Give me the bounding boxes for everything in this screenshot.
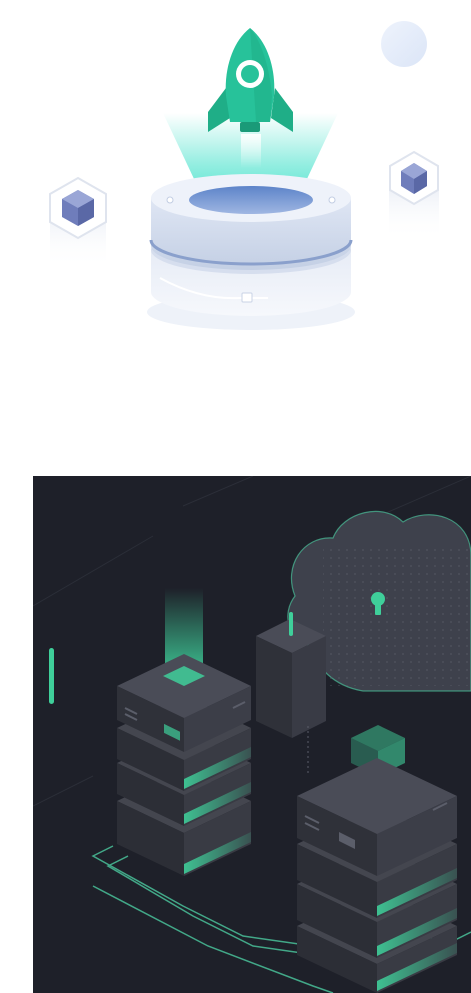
- server-cloud-illustration: [33, 476, 471, 993]
- server-rack-left: [117, 588, 251, 876]
- bubble-decoration: [381, 21, 427, 67]
- server-scene-svg: [33, 476, 471, 993]
- rocket-database-illustration: [0, 0, 471, 360]
- small-server-tower: [256, 612, 326, 776]
- cube-icon-right: [389, 150, 439, 240]
- database-cylinder: [147, 174, 355, 330]
- cube-icon-left: [49, 176, 107, 268]
- status-indicator-bar: [49, 648, 54, 704]
- server-rack-right: [297, 725, 457, 993]
- rocket-scene-svg: [49, 21, 439, 330]
